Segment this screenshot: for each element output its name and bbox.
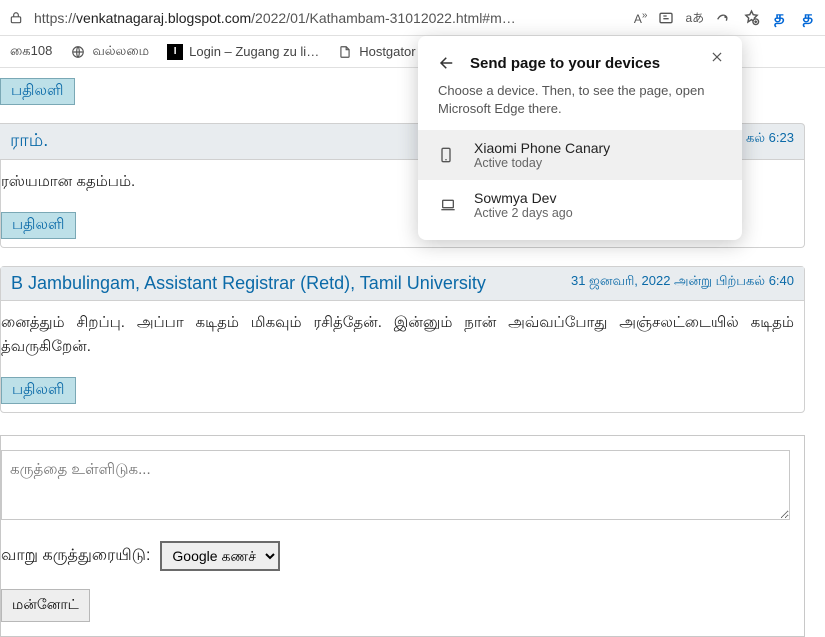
device-status: Active today	[474, 156, 610, 170]
bookmark-label: Hostgator	[359, 44, 415, 59]
device-name: Sowmya Dev	[474, 190, 573, 206]
reply-button[interactable]: பதிலளி	[0, 78, 75, 105]
preview-button[interactable]: மன்னோட்	[1, 589, 90, 622]
identity-label: வாறு கருத்துரையிடு:	[1, 546, 150, 566]
address-bar: https://venkatnagaraj.blogspot.com/2022/…	[0, 0, 825, 36]
phone-icon	[438, 144, 458, 166]
comment-textarea[interactable]	[1, 450, 790, 520]
comment-body: னைத்தும் சிறப்பு. அப்பா கடிதம் மிகவும் ர…	[1, 301, 804, 371]
enter-immersive-icon[interactable]	[657, 9, 675, 27]
bookmark-item[interactable]: வல்லமை	[70, 43, 149, 60]
bookmark-favicon	[70, 44, 86, 60]
popup-title: Send page to your devices	[470, 55, 660, 72]
identity-row: வாறு கருத்துரையிடு: Google கணச்	[1, 541, 804, 571]
send-to-devices-popup: Send page to your devices Choose a devic…	[418, 36, 742, 240]
close-icon[interactable]	[710, 50, 724, 64]
url-path: /2022/01/Kathambam-31012022.html#m	[251, 10, 502, 26]
bookmark-label: வல்லமை	[92, 43, 149, 60]
laptop-icon	[438, 197, 458, 213]
back-icon[interactable]	[438, 54, 456, 72]
device-info: Sowmya Dev Active 2 days ago	[474, 190, 573, 220]
file-icon	[337, 44, 353, 60]
comment-block: B Jambulingam, Assistant Registrar (Retd…	[0, 266, 805, 413]
device-info: Xiaomi Phone Canary Active today	[474, 140, 610, 170]
device-status: Active 2 days ago	[474, 206, 573, 220]
translate-icon[interactable]: aあ	[685, 9, 704, 26]
device-name: Xiaomi Phone Canary	[474, 140, 610, 156]
lang-button-a[interactable]: த	[770, 8, 788, 28]
url-text[interactable]: https://venkatnagaraj.blogspot.com/2022/…	[34, 10, 624, 26]
reply-button[interactable]: பதிலளி	[1, 377, 76, 404]
comment-form: வாறு கருத்துரையிடு: Google கணச் மன்னோட்	[0, 435, 805, 637]
favorite-icon[interactable]	[742, 9, 760, 27]
comment-author[interactable]: B Jambulingam, Assistant Registrar (Retd…	[11, 273, 486, 294]
site-info-icon[interactable]	[8, 10, 24, 26]
popup-description: Choose a device. Then, to see the page, …	[418, 82, 742, 130]
comment-author[interactable]: ராம்.	[10, 130, 48, 153]
device-item[interactable]: Sowmya Dev Active 2 days ago	[418, 180, 742, 230]
bookmark-label: Login – Zugang zu li…	[189, 44, 319, 59]
comment-timestamp[interactable]: 31 ஜனவரி, 2022 அன்று பிற்பகல் 6:40	[571, 273, 794, 290]
device-item[interactable]: Xiaomi Phone Canary Active today	[418, 130, 742, 180]
bookmark-item[interactable]: Hostgator	[337, 44, 415, 60]
share-icon[interactable]	[714, 9, 732, 27]
url-prefix: https://	[34, 10, 76, 26]
lang-button-b[interactable]: த	[799, 8, 817, 28]
reply-button[interactable]: பதிலளி	[1, 212, 76, 239]
bookmark-label: கை108	[10, 43, 52, 60]
identity-select[interactable]: Google கணச்	[160, 541, 280, 571]
popup-header: Send page to your devices	[418, 54, 742, 82]
text-size-icon[interactable]: A»	[634, 10, 648, 26]
bookmark-favicon: I	[167, 44, 183, 60]
bookmark-item[interactable]: கை108	[10, 43, 52, 60]
comment-timestamp[interactable]: கல் 6:23	[746, 130, 794, 153]
url-domain: venkatnagaraj.blogspot.com	[76, 10, 251, 26]
bookmark-item[interactable]: I Login – Zugang zu li…	[167, 44, 319, 60]
comment-header: B Jambulingam, Assistant Registrar (Retd…	[1, 267, 804, 301]
